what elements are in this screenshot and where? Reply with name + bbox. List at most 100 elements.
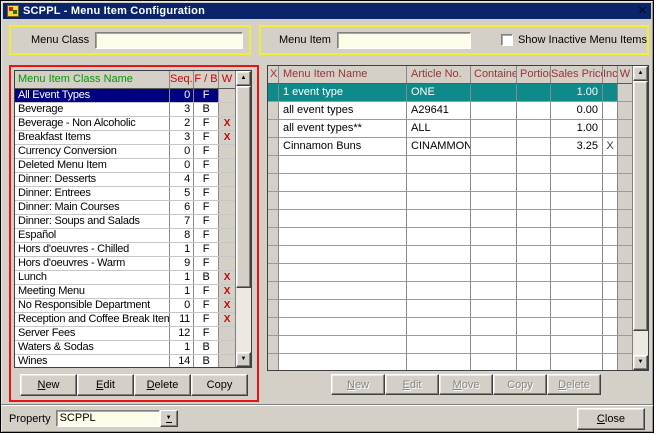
class-name-cell: Hors d'oeuvres - Warm [15,257,169,270]
scroll-up-icon[interactable]: ▲ [633,66,648,81]
container-cell [470,354,516,370]
class-table-row[interactable]: Dinner: Desserts4F [15,173,235,187]
delete-button[interactable]: Delete [134,374,191,396]
class-table-row[interactable]: Hors d'oeuvres - Chilled1F [15,243,235,257]
class-table-row[interactable]: No Responsible Department0FX [15,299,235,313]
x-cell [268,102,278,119]
item-name-cell [278,264,406,281]
menu-item-label: Menu Item [279,34,331,46]
article-cell [406,318,470,335]
item-table-empty-row [268,318,632,336]
class-name-cell: Dinner: Soups and Salads [15,215,169,228]
class-name-cell: Currency Conversion [15,145,169,158]
article-cell [406,156,470,173]
w-flag-cell [218,215,235,228]
class-table-row[interactable]: Hors d'oeuvres - Warm9F [15,257,235,271]
class-table-row[interactable]: Deleted Menu Item0F [15,159,235,173]
class-table-scrollbar[interactable]: ▲ ▼ [235,71,251,367]
close-button[interactable]: Close [577,408,645,430]
article-cell [406,192,470,209]
column-header: Article No. [406,66,470,83]
scrollbar-thumb[interactable] [236,86,251,288]
menu-class-table: Menu Item Class NameSeq.F / BW All Event… [14,70,252,368]
price-cell [550,210,602,227]
price-cell: 1.00 [550,84,602,101]
fb-cell: B [193,271,218,284]
item-table-row[interactable]: Cinnamon BunsCINAMMON3.25X [268,138,632,156]
scroll-down-icon[interactable]: ▼ [633,355,648,370]
item-table-row[interactable]: all event typesA296410.00 [268,102,632,120]
fb-cell: F [193,159,218,172]
class-table-row[interactable]: Waters & Sodas1B [15,341,235,355]
price-cell [550,282,602,299]
class-table-row[interactable]: All Event Types0F [15,89,235,103]
x-cell [268,120,278,137]
edit-button[interactable]: Edit [77,374,134,396]
article-cell: CINAMMON [406,138,470,155]
fb-cell: F [193,257,218,270]
column-header: W [218,71,235,88]
property-dropdown-button[interactable]: ▼ [160,410,178,427]
class-table-row[interactable]: Breakfast Items3FX [15,131,235,145]
class-name-cell: Wines [15,355,169,367]
copy-button[interactable]: Copy [493,374,547,395]
move-button[interactable]: Move [439,374,493,395]
close-icon[interactable]: ✕ [638,6,647,17]
item-table-row[interactable]: all event types**ALL1.00 [268,120,632,138]
portion-cell [516,120,550,137]
scroll-down-icon[interactable]: ▼ [236,352,251,367]
portion-cell [516,282,550,299]
x-cell [268,210,278,227]
item-table-empty-row [268,264,632,282]
app-icon [7,5,19,17]
portion-cell [516,264,550,281]
class-table-row[interactable]: Dinner: Entrees5F [15,187,235,201]
portion-cell [516,84,550,101]
delete-button[interactable]: Delete [547,374,601,395]
class-table-row[interactable]: Español8F [15,229,235,243]
new-button[interactable]: New [331,374,385,395]
menu-class-input[interactable] [95,32,243,49]
class-table-row[interactable]: Dinner: Soups and Salads7F [15,215,235,229]
fb-cell: F [193,229,218,242]
inc-cell [602,336,617,353]
copy-button[interactable]: Copy [191,374,248,396]
class-table-row[interactable]: Meeting Menu1FX [15,285,235,299]
class-table-row[interactable]: Server Fees12F [15,327,235,341]
item-table-scrollbar[interactable]: ▲ ▼ [632,66,648,370]
article-cell: A29641 [406,102,470,119]
menu-class-panel: Menu Item Class NameSeq.F / BW All Event… [9,65,259,402]
item-table-row[interactable]: 1 event typeONE1.00 [268,84,632,102]
w-cell [617,228,632,245]
class-table-row[interactable]: Dinner: Main Courses6F [15,201,235,215]
class-table-row[interactable]: Lunch1BX [15,271,235,285]
show-inactive-checkbox[interactable] [501,34,513,46]
class-table-row[interactable]: Beverage3B [15,103,235,117]
container-cell [470,282,516,299]
w-cell [617,192,632,209]
new-button[interactable]: New [20,374,77,396]
x-cell [268,264,278,281]
class-table-row[interactable]: Wines14B [15,355,235,367]
scrollbar-thumb[interactable] [633,81,648,331]
class-table-row[interactable]: Reception and Coffee Break Items11FX [15,313,235,327]
x-cell [268,192,278,209]
scroll-up-icon[interactable]: ▲ [236,71,251,86]
fb-cell: F [193,285,218,298]
menu-item-input[interactable] [337,32,471,49]
price-cell: 1.00 [550,120,602,137]
w-cell [617,156,632,173]
w-cell [617,282,632,299]
menu-class-table-header: Menu Item Class NameSeq.F / BW [15,71,235,89]
edit-button[interactable]: Edit [385,374,439,395]
class-table-row[interactable]: Beverage - Non Alcoholic2FX [15,117,235,131]
class-table-row[interactable]: Currency Conversion0F [15,145,235,159]
x-cell [268,84,278,101]
property-combo[interactable]: SCPPL [56,410,160,427]
w-flag-cell [218,173,235,186]
column-header: Seq. [169,71,193,88]
class-button-bar: NewEditDeleteCopy [20,374,248,396]
item-name-cell [278,318,406,335]
price-cell [550,336,602,353]
article-cell [406,300,470,317]
